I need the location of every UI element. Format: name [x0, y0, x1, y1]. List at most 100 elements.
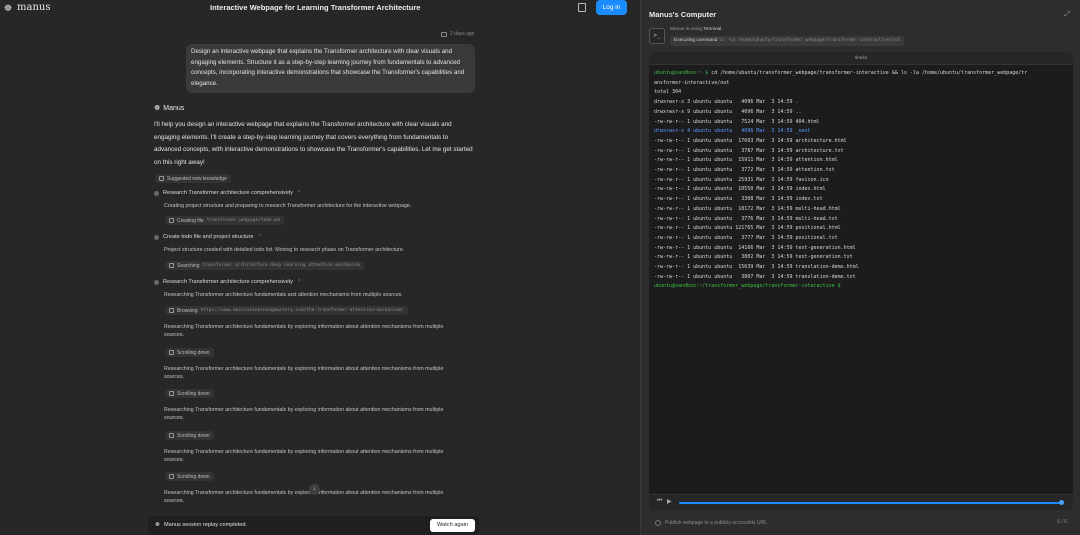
listing-line: -rw-rw-r-- 1 ubuntu ubuntu 7524 Mar 3 14… [654, 118, 820, 125]
page-title: Interactive Webpage for Learning Transfo… [210, 3, 421, 12]
action-pill[interactable]: Browsing https://www.machinelearningmast… [165, 306, 408, 315]
progress-track[interactable] [679, 502, 1061, 504]
manus-logo[interactable]: ☸ manus [4, 2, 50, 13]
listing-line: drwxrwxr-x 4 ubuntu ubuntu 4096 Mar 3 14… [654, 128, 811, 135]
step-title: Research Transformer architecture compre… [163, 190, 293, 196]
terminal-window[interactable]: shell4 ubuntu@sandbox:~ $ cd /home/ubunt… [649, 52, 1073, 510]
bulb-icon [159, 176, 164, 181]
step-title: Research Transformer architecture compre… [163, 279, 293, 285]
step-1[interactable]: Research Transformer architecture compre… [154, 190, 301, 196]
copy-message-icon[interactable] [441, 31, 447, 37]
listing-line: drwxrwxr-x 9 ubuntu ubuntu 4096 Mar 3 14… [654, 108, 802, 115]
scroll-pill[interactable]: Scrolling down [165, 472, 214, 481]
terminal-command: cd /home/ubuntu/transformer_webpage/tran… [711, 70, 1028, 76]
scroll-label: Scrolling down [177, 473, 210, 480]
listing-line: -rw-rw-r-- 1 ubuntu ubuntu 15639 Mar 3 1… [654, 264, 859, 271]
manus-hand-icon: ☸ [154, 105, 161, 112]
progress-knob[interactable] [1059, 500, 1064, 505]
listing-line: -rw-rw-r-- 1 ubuntu ubuntu 17603 Mar 3 1… [654, 137, 847, 144]
computer-title: Manus's Computer [649, 10, 717, 19]
task-status: Publish webpage to a publicly accessible… [649, 515, 1073, 530]
step-status-icon [154, 279, 159, 285]
expand-icon[interactable]: ⤢ [1064, 11, 1070, 19]
scroll-down-button[interactable]: ↓ [309, 484, 320, 495]
knowledge-pill[interactable]: Suggested new knowledge [155, 174, 231, 183]
step-desc: Project structure created with detailed … [164, 247, 405, 253]
action-label: Browsing [177, 307, 198, 314]
listing-line: -rw-rw-r-- 1 ubuntu ubuntu 10550 Mar 3 1… [654, 186, 826, 193]
listing-line: -rw-rw-r-- 1 ubuntu ubuntu 18172 Mar 3 1… [654, 205, 841, 212]
copy-icon[interactable] [578, 3, 586, 12]
step-status-icon [154, 234, 159, 240]
action-pill[interactable]: Creating file transformer_webpage/todo.m… [165, 216, 284, 225]
browser-icon [169, 350, 174, 355]
executing-label: Executing command [674, 38, 718, 43]
terminal-total: total 304 [654, 89, 682, 96]
replay-bar: ☸ Manus session replay completed. Watch … [148, 516, 479, 535]
chat-pane: ☸ manus Interactive Webpage for Learning… [0, 0, 640, 535]
assistant-reply: I'll help you design an interactive webp… [154, 121, 473, 166]
scroll-label: Scrolling down [177, 432, 210, 439]
skip-back-icon[interactable]: ⏮ [657, 498, 662, 505]
assistant-header: ☸ Manus [154, 104, 185, 113]
listing-line: drwxrwxr-x 3 ubuntu ubuntu 4096 Mar 3 14… [654, 99, 799, 106]
user-message: Design an interactive webpage that expla… [186, 44, 475, 93]
step-desc: Researching Transformer architecture fun… [164, 292, 403, 298]
listing-line: -rw-rw-r-- 1 ubuntu ubuntu 3308 Mar 3 14… [654, 196, 823, 203]
browser-icon [169, 391, 174, 396]
step-2[interactable]: Create todo file and project structure ⌃ [154, 234, 262, 240]
manus-hand-icon: ☸ [4, 2, 13, 13]
chevron-up-icon: ⌃ [296, 190, 302, 196]
scroll-label: Scrolling down [177, 349, 210, 356]
file-icon [169, 218, 174, 223]
step-desc: Creating project structure and preparing… [164, 203, 412, 209]
scroll-pill[interactable]: Scrolling down [165, 431, 214, 440]
listing-line: -rw-rw-r-- 1 ubuntu ubuntu 3777 Mar 3 14… [654, 234, 838, 241]
terminal-prompt: ubuntu@sandbox:~/transformer_webpage/tra… [654, 283, 841, 290]
step-desc: Researching Transformer architecture fun… [164, 407, 444, 422]
top-bar: ☸ manus Interactive Webpage for Learning… [0, 0, 640, 16]
watch-again-button[interactable]: Watch again [430, 519, 475, 532]
step-3[interactable]: Research Transformer architecture compre… [154, 279, 301, 285]
assistant-name: Manus [163, 104, 185, 112]
scroll-pill[interactable]: Scrolling down [165, 348, 214, 357]
terminal-prompt: ubuntu@sandbox:~ $ [654, 70, 709, 76]
scroll-pill[interactable]: Scrolling down [165, 389, 214, 398]
command-text: ls -la /home/ubuntu/transformer_webpage/… [718, 38, 901, 43]
play-icon[interactable]: ▶ [667, 498, 672, 505]
manus-hand-icon: ☸ [155, 522, 161, 528]
computer-pane: Manus's Computer ⤢ >_ Manus is using Ter… [640, 0, 1080, 535]
browser-icon [169, 308, 174, 313]
status-text: Publish webpage to a publicly accessible… [665, 519, 768, 526]
message-timestamp: 2 days ago [441, 31, 474, 37]
terminal-icon: >_ [649, 28, 665, 44]
terminal-command-wrap: ansformer-interactive/out [654, 79, 730, 86]
action-label: Creating file [177, 217, 204, 224]
status-icon [655, 519, 661, 526]
action-arg: transformer_webpage/todo.md [206, 218, 280, 223]
action-label: Searching [177, 262, 200, 269]
listing-line: -rw-rw-r-- 1 ubuntu ubuntu 3776 Mar 3 14… [654, 215, 838, 222]
step-title: Create todo file and project structure [163, 234, 254, 240]
using-line: Manus is using Terminal [670, 27, 721, 32]
listing-line: -rw-rw-r-- 1 ubuntu ubuntu 121765 Mar 3 … [654, 225, 841, 232]
command-pill: Executing command ls -la /home/ubuntu/tr… [670, 36, 905, 46]
step-desc: Researching Transformer architecture fun… [164, 366, 444, 381]
replay-status: ☸ Manus session replay completed. [155, 522, 247, 528]
chevron-up-icon: ⌃ [296, 279, 302, 285]
listing-line: -rw-rw-r-- 1 ubuntu ubuntu 14166 Mar 3 1… [654, 244, 856, 251]
listing-line: -rw-rw-r-- 1 ubuntu ubuntu 15911 Mar 3 1… [654, 157, 838, 164]
browser-icon [169, 474, 174, 479]
chevron-up-icon: ⌃ [257, 234, 262, 240]
browser-icon [169, 433, 174, 438]
replay-text: Manus session replay completed. [164, 522, 248, 528]
using-tool: Terminal [703, 27, 722, 32]
listing-line: -rw-rw-r-- 1 ubuntu ubuntu 3772 Mar 3 14… [654, 167, 835, 174]
logo-text: manus [17, 2, 51, 13]
login-button[interactable]: Log in [596, 0, 627, 15]
listing-line: -rw-rw-r-- 1 ubuntu ubuntu 25931 Mar 3 1… [654, 176, 829, 183]
step-desc: Researching Transformer architecture fun… [164, 449, 444, 464]
action-pill[interactable]: Searching transformer architecture deep … [165, 261, 364, 270]
search-icon [169, 263, 174, 268]
listing-line: -rw-rw-r-- 1 ubuntu ubuntu 3787 Mar 3 14… [654, 147, 844, 154]
